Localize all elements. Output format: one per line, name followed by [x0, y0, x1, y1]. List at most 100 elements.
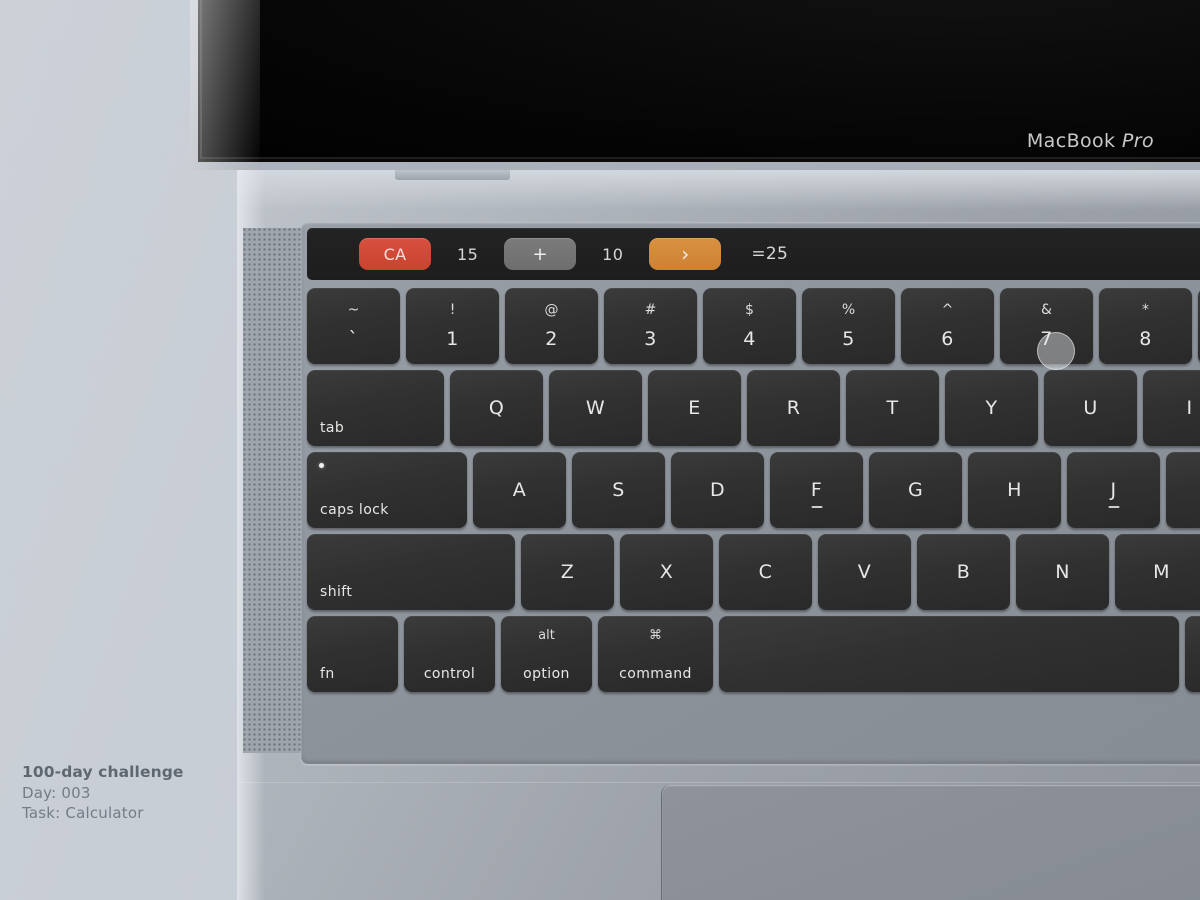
key-backtick-legend: `	[348, 328, 359, 350]
key-k[interactable]: K	[1166, 452, 1200, 528]
key-v-legend: V	[857, 561, 872, 583]
touchbar-evaluate-chevron-icon[interactable]: ›	[649, 238, 722, 270]
key-c[interactable]: C	[719, 534, 812, 610]
key-y-legend: Y	[985, 397, 998, 419]
homing-bump-icon	[811, 506, 822, 508]
key-fn[interactable]: fn	[307, 616, 398, 692]
key-s[interactable]: S	[572, 452, 665, 528]
key-r-legend: R	[786, 397, 801, 419]
key-backtick-sub-legend: ~	[347, 302, 360, 318]
key-option-left[interactable]: alt option	[501, 616, 592, 692]
key-z-legend: Z	[560, 561, 575, 583]
macbook-pro-label: MacBook Pro	[1027, 130, 1154, 152]
key-7-sub-legend: &	[1041, 302, 1052, 318]
key-tab[interactable]: tab	[307, 370, 444, 446]
key-2-sub-legend: @	[544, 302, 559, 318]
key-h[interactable]: H	[968, 452, 1061, 528]
speaker-grille-left	[243, 228, 301, 753]
key-d[interactable]: D	[671, 452, 764, 528]
laptop-base: CA 15 + 10 › =25 ~`!1@2#3$4%5^6&7*8(9tab…	[237, 170, 1200, 900]
key-control[interactable]: control	[404, 616, 495, 692]
key-option-left-legend: option	[523, 666, 570, 682]
key-caps-lock-legend: caps lock	[320, 502, 389, 518]
key-q[interactable]: Q	[450, 370, 543, 446]
key-control-legend: control	[423, 666, 476, 682]
base-top-highlight	[237, 170, 1200, 210]
key-8-sub-legend: *	[1142, 302, 1149, 318]
key-3[interactable]: #3	[604, 288, 697, 364]
touchbar-result-display: =25	[751, 244, 789, 264]
touch-bar[interactable]: CA 15 + 10 › =25	[307, 228, 1200, 280]
key-j-legend: J	[1110, 479, 1117, 501]
key-n[interactable]: N	[1016, 534, 1109, 610]
laptop-lid: MacBook Pro	[190, 0, 1200, 170]
key-tab-legend: tab	[320, 420, 345, 436]
shift-row: shift Z X C V B N M	[307, 534, 1200, 610]
trackpad[interactable]	[662, 785, 1200, 900]
number-row: ~`!1@2#3$4%5^6&7*8(9	[307, 288, 1200, 364]
key-s-legend: S	[612, 479, 625, 501]
key-command-right[interactable]: ⌘c	[1185, 616, 1200, 692]
key-backtick[interactable]: ~ `	[307, 288, 400, 364]
key-t[interactable]: T	[846, 370, 939, 446]
key-m[interactable]: M	[1115, 534, 1200, 610]
key-e[interactable]: E	[648, 370, 741, 446]
key-4[interactable]: $4	[703, 288, 796, 364]
key-fn-legend: fn	[320, 666, 335, 682]
key-f-legend: F	[810, 479, 823, 501]
key-command-right-sub-legend: ⌘	[1185, 628, 1200, 643]
key-4-legend: 4	[743, 328, 756, 350]
key-z[interactable]: Z	[521, 534, 614, 610]
qwerty-row: tab Q W E R T Y U I	[307, 370, 1200, 446]
key-4-sub-legend: $	[745, 302, 754, 318]
touchbar-operand-b: 10	[602, 244, 624, 264]
key-b[interactable]: B	[917, 534, 1010, 610]
lid-gloss-highlight	[190, 0, 260, 170]
key-w-legend: W	[585, 397, 606, 419]
key-command-left[interactable]: ⌘ command	[598, 616, 713, 692]
key-a-legend: A	[512, 479, 527, 501]
key-5-sub-legend: %	[841, 302, 856, 318]
key-f[interactable]: F	[770, 452, 863, 528]
laptop-screen: MacBook Pro	[198, 0, 1200, 162]
key-w[interactable]: W	[549, 370, 642, 446]
key-x-legend: X	[659, 561, 674, 583]
homing-bump-icon	[1108, 506, 1119, 508]
key-m-legend: M	[1153, 561, 1170, 583]
touchbar-clear-all-button[interactable]: CA	[359, 238, 431, 270]
touchbar-operator-plus-button[interactable]: +	[504, 238, 577, 270]
key-q-legend: Q	[488, 397, 505, 419]
key-j[interactable]: J	[1067, 452, 1160, 528]
key-6-sub-legend: ^	[941, 302, 954, 318]
key-7-legend: 7	[1040, 328, 1053, 350]
key-6[interactable]: ^ 6	[901, 288, 994, 364]
key-y[interactable]: Y	[945, 370, 1038, 446]
key-d-legend: D	[709, 479, 726, 501]
key-caps-lock[interactable]: caps lock	[307, 452, 467, 528]
key-space[interactable]	[719, 616, 1179, 692]
key-5[interactable]: % 5	[802, 288, 895, 364]
key-x[interactable]: X	[620, 534, 713, 610]
key-a[interactable]: A	[473, 452, 566, 528]
key-1[interactable]: ! 1	[406, 288, 499, 364]
caption-task: Task: Calculator	[22, 804, 144, 823]
key-2[interactable]: @2	[505, 288, 598, 364]
touchbar-operand-a: 15	[457, 244, 479, 264]
key-i[interactable]: I	[1143, 370, 1200, 446]
key-g[interactable]: G	[869, 452, 962, 528]
brand-pro-text: Pro	[1121, 130, 1154, 152]
key-u[interactable]: U	[1044, 370, 1137, 446]
keyboard-well: CA 15 + 10 › =25 ~`!1@2#3$4%5^6&7*8(9tab…	[301, 222, 1200, 764]
key-n-legend: N	[1055, 561, 1070, 583]
key-8[interactable]: * 8	[1099, 288, 1192, 364]
challenge-caption: 100-day challenge Day: 003 Task: Calcula…	[22, 762, 184, 823]
key-shift-left[interactable]: shift	[307, 534, 515, 610]
key-6-legend: 6	[941, 328, 954, 350]
key-r[interactable]: R	[747, 370, 840, 446]
key-v[interactable]: V	[818, 534, 911, 610]
key-7[interactable]: & 7	[1000, 288, 1093, 364]
key-5-legend: 5	[842, 328, 855, 350]
caption-day: Day: 003	[22, 783, 91, 802]
key-3-sub-legend: #	[644, 302, 657, 318]
key-g-legend: G	[907, 479, 924, 501]
